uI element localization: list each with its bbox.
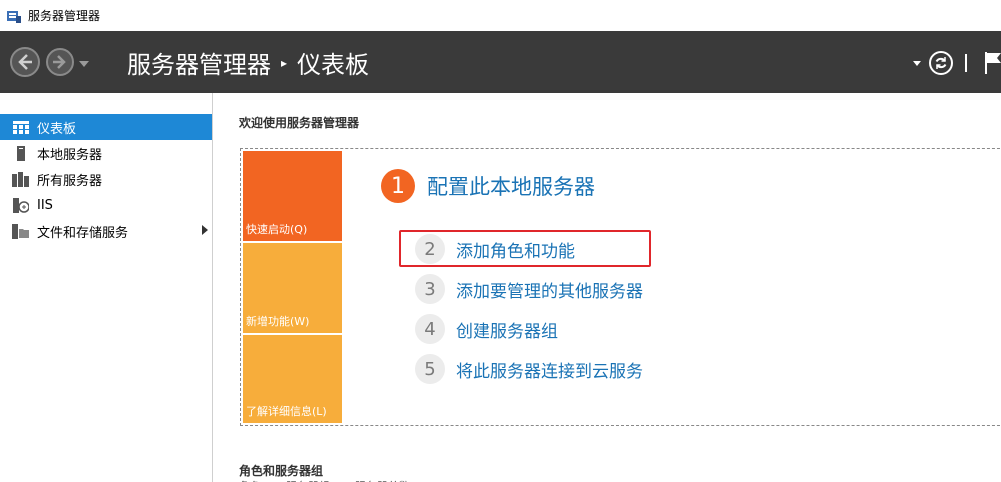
window-titlebar: 服务器管理器: [0, 0, 1001, 32]
dashboard-icon: [10, 120, 32, 134]
step-add-other-servers[interactable]: 3 添加要管理的其他服务器: [415, 274, 643, 304]
breadcrumb-separator: ▸: [281, 55, 288, 70]
sidebar-item-dashboard[interactable]: 仪表板: [0, 114, 212, 140]
flag-icon[interactable]: [985, 52, 1001, 74]
breadcrumb: 服务器管理器 ▸ 仪表板: [127, 45, 369, 80]
breadcrumb-current: 仪表板: [297, 51, 370, 79]
main-content: 欢迎使用服务器管理器 快速启动(Q) 新增功能(W) 了解详细信息(L) 1 配…: [214, 93, 1001, 482]
chevron-right-icon[interactable]: [202, 225, 208, 235]
tile-label: 新增功能(W): [246, 315, 310, 328]
header-tools: [913, 49, 1001, 77]
highlight-box: [399, 230, 651, 267]
sidebar-item-label: 所有服务器: [37, 173, 103, 189]
server-manager-icon: [7, 10, 21, 23]
tile-label: 了解详细信息(L): [246, 405, 327, 418]
tile-whats-new[interactable]: 新增功能(W): [243, 243, 342, 333]
step-configure-local-server[interactable]: 1 配置此本地服务器: [381, 169, 595, 203]
step-number: 3: [415, 274, 445, 304]
step-link[interactable]: 将此服务器连接到云服务: [456, 357, 643, 382]
step-link[interactable]: 配置此本地服务器: [427, 171, 595, 201]
sidebar-item-local-server[interactable]: 本地服务器: [0, 140, 212, 166]
all-servers-icon: [10, 171, 32, 187]
step-link[interactable]: 添加要管理的其他服务器: [456, 277, 643, 302]
step-number: 1: [381, 169, 415, 203]
sidebar-item-iis[interactable]: IIS: [0, 192, 212, 218]
sidebar-item-label: 本地服务器: [37, 147, 103, 163]
arrow-right-icon: [53, 55, 66, 69]
sidebar: 仪表板 本地服务器 所有服务器 IIS 文件和存储服务: [0, 93, 213, 482]
quick-start-panel: 快速启动(Q) 新增功能(W) 了解详细信息(L) 1 配置此本地服务器 2 添…: [240, 148, 1001, 426]
window-title: 服务器管理器: [28, 9, 101, 23]
refresh-icon[interactable]: [929, 51, 953, 75]
step-number: 4: [415, 314, 445, 344]
back-button[interactable]: [10, 47, 40, 77]
header-bar: 服务器管理器 ▸ 仪表板: [0, 31, 1001, 93]
sidebar-item-file-storage[interactable]: 文件和存储服务: [0, 218, 212, 244]
step-connect-cloud[interactable]: 5 将此服务器连接到云服务: [415, 354, 643, 384]
local-server-icon: [10, 145, 32, 161]
sidebar-item-label: IIS: [37, 197, 53, 213]
tools-dropdown-icon[interactable]: [913, 60, 921, 66]
iis-icon: [10, 197, 32, 213]
step-number: 5: [415, 354, 445, 384]
history-dropdown-icon[interactable]: [79, 61, 89, 67]
sidebar-item-all-servers[interactable]: 所有服务器: [0, 166, 212, 192]
tile-label: 快速启动(Q): [246, 223, 308, 236]
tile-quick-start[interactable]: 快速启动(Q): [243, 151, 342, 241]
roles-section-summary: 角色: 2 | 服务器组: 1 | 服务器总数: 1: [239, 478, 424, 482]
step-create-server-group[interactable]: 4 创建服务器组: [415, 314, 558, 344]
breadcrumb-root[interactable]: 服务器管理器: [127, 45, 271, 80]
welcome-heading: 欢迎使用服务器管理器: [239, 116, 360, 130]
arrow-left-icon: [18, 54, 32, 70]
tile-learn-more[interactable]: 了解详细信息(L): [243, 335, 342, 423]
sidebar-item-label: 文件和存储服务: [37, 225, 129, 241]
roles-section-title: 角色和服务器组: [239, 464, 324, 478]
sidebar-item-label: 仪表板: [37, 121, 77, 137]
forward-button[interactable]: [46, 48, 74, 76]
divider: [965, 54, 967, 72]
step-link[interactable]: 创建服务器组: [456, 317, 558, 342]
file-storage-icon: [10, 223, 32, 239]
